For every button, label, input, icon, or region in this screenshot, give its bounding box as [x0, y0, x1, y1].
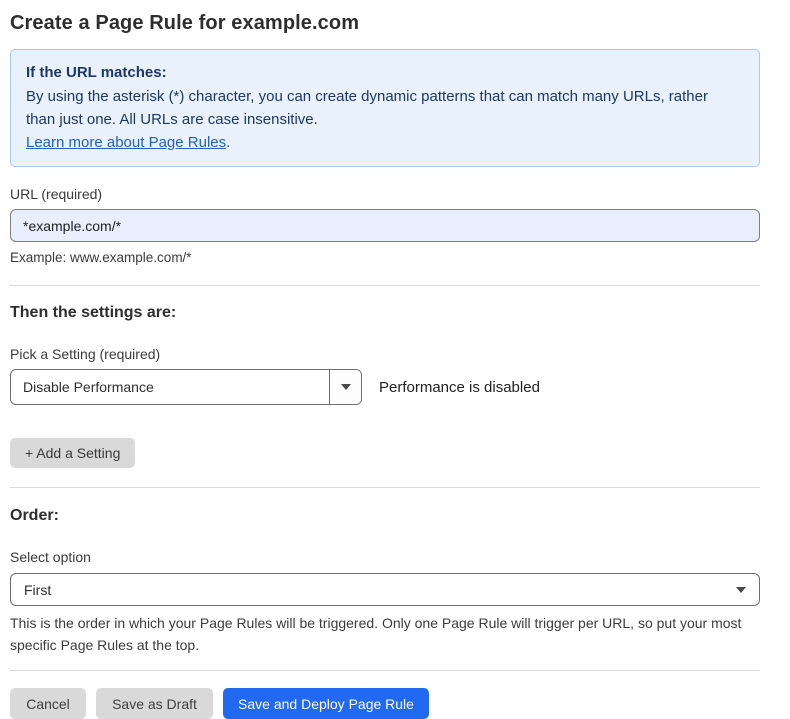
- order-help-text: This is the order in which your Page Rul…: [10, 613, 758, 656]
- order-select-value: First: [24, 582, 51, 598]
- url-field-label: URL (required): [10, 186, 760, 202]
- order-select-label: Select option: [10, 549, 760, 565]
- save-and-deploy-button[interactable]: Save and Deploy Page Rule: [223, 688, 429, 719]
- setting-status-text: Performance is disabled: [379, 379, 540, 396]
- link-period: .: [226, 134, 230, 151]
- order-section-heading: Order:: [10, 507, 760, 525]
- create-page-rule-form: Create a Page Rule for example.com If th…: [0, 0, 790, 714]
- add-setting-button[interactable]: + Add a Setting: [10, 438, 135, 468]
- settings-section-heading: Then the settings are:: [10, 304, 760, 322]
- save-as-draft-button[interactable]: Save as Draft: [96, 688, 213, 719]
- info-callout-heading: If the URL matches:: [26, 61, 744, 84]
- footer-divider: [10, 670, 760, 671]
- info-callout-body: By using the asterisk (*) character, you…: [26, 85, 726, 131]
- section-divider: [10, 487, 760, 488]
- setting-dropdown[interactable]: Disable Performance: [10, 369, 362, 405]
- chevron-down-icon: [341, 384, 351, 390]
- info-callout-link-line: Learn more about Page Rules.: [26, 131, 744, 154]
- learn-more-page-rules-link[interactable]: Learn more about Page Rules: [26, 134, 226, 151]
- url-example-text: Example: www.example.com/*: [10, 250, 760, 265]
- pick-setting-label: Pick a Setting (required): [10, 346, 760, 362]
- setting-row: Disable Performance Performance is disab…: [10, 369, 760, 405]
- footer-actions: Cancel Save as Draft Save and Deploy Pag…: [10, 688, 760, 719]
- order-select[interactable]: First: [10, 573, 760, 606]
- section-divider: [10, 285, 760, 286]
- url-match-info-callout: If the URL matches: By using the asteris…: [10, 49, 760, 167]
- cancel-button[interactable]: Cancel: [10, 688, 86, 719]
- setting-dropdown-arrow-button[interactable]: [329, 370, 361, 404]
- setting-dropdown-value: Disable Performance: [11, 370, 329, 404]
- url-input[interactable]: [10, 209, 760, 242]
- page-title: Create a Page Rule for example.com: [10, 10, 760, 36]
- chevron-down-icon: [736, 587, 746, 593]
